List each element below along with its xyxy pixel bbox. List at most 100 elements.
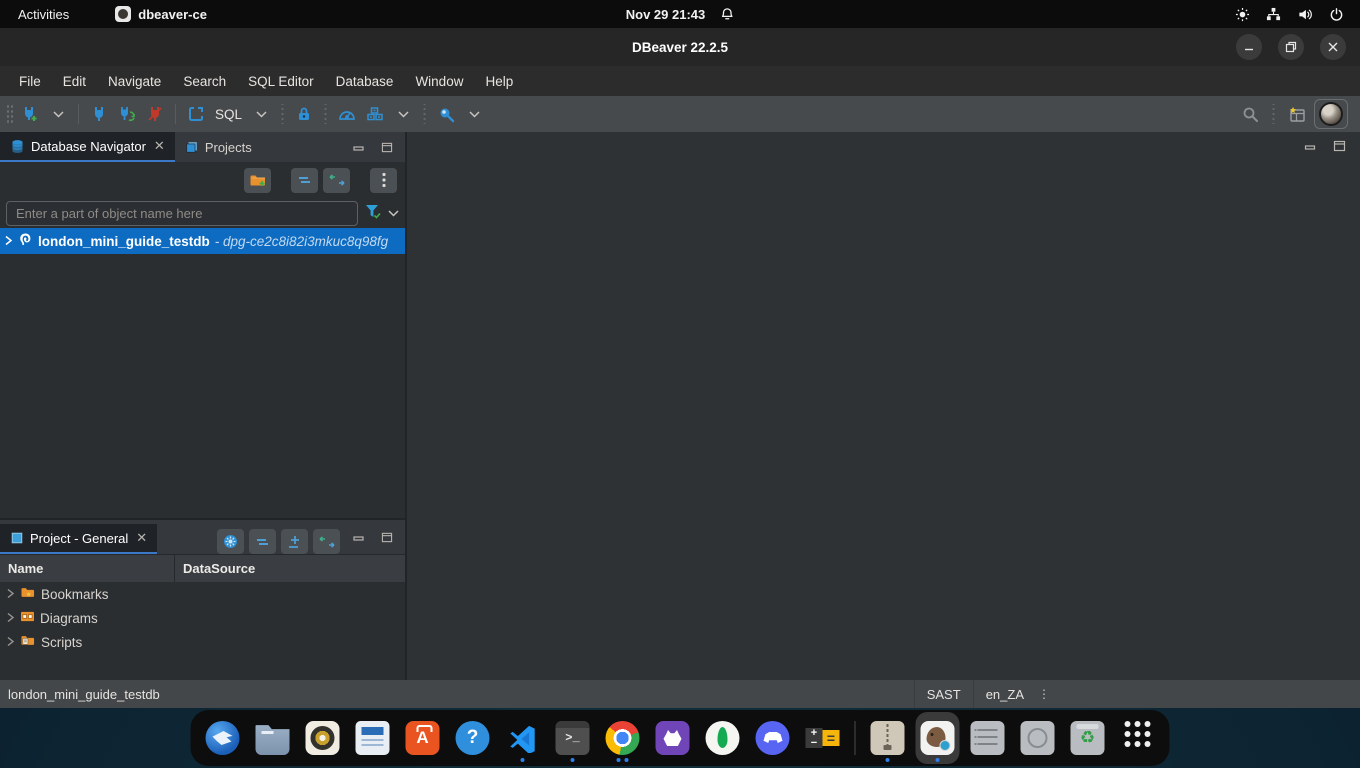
dock-ubuntu-software[interactable]: A xyxy=(401,712,445,764)
column-header-name[interactable]: Name xyxy=(0,555,175,582)
filter-funnel-icon[interactable] xyxy=(364,203,382,224)
search-dropdown[interactable] xyxy=(461,101,487,127)
new-folder-button[interactable] xyxy=(244,168,271,193)
dock-calculator[interactable]: +−= xyxy=(801,712,845,764)
sql-editor-label[interactable]: SQL xyxy=(211,107,246,122)
menu-sql-editor[interactable]: SQL Editor xyxy=(237,66,325,96)
menu-edit[interactable]: Edit xyxy=(52,66,97,96)
status-locale[interactable]: en_ZA xyxy=(973,680,1036,708)
new-connection-button[interactable] xyxy=(17,101,43,127)
object-filter-input[interactable] xyxy=(6,201,358,226)
window-titlebar[interactable]: DBeaver 22.2.5 xyxy=(0,28,1360,66)
editor-minimize-icon[interactable] xyxy=(1304,140,1317,152)
settings-gear-button[interactable] xyxy=(217,529,244,554)
link-with-editor-button[interactable] xyxy=(323,168,350,193)
chrome-icon xyxy=(606,721,640,755)
status-timezone[interactable]: SAST xyxy=(914,680,973,708)
tools-dropdown[interactable] xyxy=(390,101,416,127)
lock-icon[interactable] xyxy=(291,101,317,127)
project-row-bookmarks[interactable]: Bookmarks xyxy=(0,582,405,606)
sql-editor-dropdown[interactable] xyxy=(248,101,274,127)
database-description: - dpg-ce2c8i82i3mkuc8q98fg xyxy=(215,234,388,249)
menu-search[interactable]: Search xyxy=(172,66,237,96)
dock-dbeaver[interactable] xyxy=(916,712,960,764)
dock-rhythmbox[interactable] xyxy=(301,712,345,764)
sql-editor-icon[interactable] xyxy=(183,101,209,127)
dock-mongodb-compass[interactable] xyxy=(701,712,745,764)
menu-navigate[interactable]: Navigate xyxy=(97,66,172,96)
expander-chevron-icon[interactable] xyxy=(6,611,15,626)
mongodb-compass-icon xyxy=(706,721,740,755)
perspective-avatar-frame[interactable] xyxy=(1314,99,1348,129)
editor-area[interactable] xyxy=(407,132,1360,680)
collapse-all-button[interactable] xyxy=(249,529,276,554)
panel-maximize-icon[interactable] xyxy=(381,142,393,153)
dock-vscode[interactable] xyxy=(501,712,545,764)
navigator-tabstrip: Database Navigator ✕ Projects xyxy=(0,132,405,162)
dock-files[interactable] xyxy=(251,712,295,764)
dock-discord[interactable] xyxy=(751,712,795,764)
menu-file[interactable]: File xyxy=(8,66,52,96)
dock-disc-burner[interactable] xyxy=(1016,712,1060,764)
project-row-scripts[interactable]: Scripts xyxy=(0,630,405,654)
expander-chevron-icon[interactable] xyxy=(6,635,15,650)
menu-database[interactable]: Database xyxy=(325,66,405,96)
menu-help[interactable]: Help xyxy=(474,66,524,96)
dock-libreoffice-writer[interactable] xyxy=(351,712,395,764)
tab-close-icon[interactable]: ✕ xyxy=(154,138,165,154)
tab-label: Project - General xyxy=(30,531,128,546)
system-tray[interactable] xyxy=(1235,7,1360,22)
search-metadata-icon[interactable] xyxy=(433,101,459,127)
new-connection-dropdown[interactable] xyxy=(45,101,71,127)
expander-chevron-icon[interactable] xyxy=(4,234,13,249)
tab-project-general[interactable]: Project - General ✕ xyxy=(0,524,157,554)
minimize-button[interactable] xyxy=(1236,34,1262,60)
tab-projects[interactable]: Projects xyxy=(175,132,262,162)
bookmarks-folder-icon xyxy=(20,586,36,602)
quick-search-icon[interactable] xyxy=(1237,101,1263,127)
connect-button[interactable] xyxy=(86,101,112,127)
close-button[interactable] xyxy=(1320,34,1346,60)
dock-archive-manager[interactable] xyxy=(866,712,910,764)
dock-log-viewer[interactable] xyxy=(966,712,1010,764)
panel-minimize-icon[interactable] xyxy=(353,532,365,542)
dock-help[interactable]: ? xyxy=(451,712,495,764)
collapse-all-button[interactable] xyxy=(291,168,318,193)
disconnect-button[interactable] xyxy=(142,101,168,127)
left-panel-column: Database Navigator ✕ Projects xyxy=(0,132,407,680)
column-header-datasource[interactable]: DataSource xyxy=(175,561,255,576)
expand-all-button[interactable] xyxy=(281,529,308,554)
trash-recycle-icon: ♻ xyxy=(1071,721,1105,755)
dashboard-gauge-icon[interactable] xyxy=(334,101,360,127)
clock-menu[interactable]: Nov 29 21:43 xyxy=(626,7,735,22)
view-menu-kebab-button[interactable] xyxy=(370,168,397,193)
database-tree: london_mini_guide_testdb - dpg-ce2c8i82i… xyxy=(0,228,405,518)
dock-github-desktop[interactable] xyxy=(651,712,695,764)
dock-terminal[interactable]: >_ xyxy=(551,712,595,764)
expander-chevron-icon[interactable] xyxy=(6,587,15,602)
network-icon xyxy=(1266,7,1281,22)
open-perspective-icon[interactable] xyxy=(1284,101,1310,127)
dock-app-grid[interactable] xyxy=(1116,712,1160,764)
link-with-editor-button[interactable] xyxy=(313,529,340,554)
reconnect-button[interactable] xyxy=(114,101,140,127)
filter-dropdown-chevron[interactable] xyxy=(388,204,399,222)
status-connection-name[interactable]: london_mini_guide_testdb xyxy=(0,687,160,702)
menu-window[interactable]: Window xyxy=(404,66,474,96)
status-kebab-icon[interactable]: ⋮ xyxy=(1036,687,1050,701)
editor-maximize-icon[interactable] xyxy=(1333,140,1346,152)
panel-minimize-icon[interactable] xyxy=(353,142,365,152)
tab-database-navigator[interactable]: Database Navigator ✕ xyxy=(0,132,175,162)
panel-maximize-icon[interactable] xyxy=(381,532,393,543)
focused-app-menu[interactable]: dbeaver-ce xyxy=(115,6,207,22)
dock-chrome[interactable] xyxy=(601,712,645,764)
scripts-folder-icon xyxy=(20,634,36,650)
tab-close-icon[interactable]: ✕ xyxy=(136,530,147,546)
project-row-diagrams[interactable]: Diagrams xyxy=(0,606,405,630)
activities-button[interactable]: Activities xyxy=(0,0,87,28)
driver-manager-boxes-icon[interactable] xyxy=(362,101,388,127)
tree-row-database[interactable]: london_mini_guide_testdb - dpg-ce2c8i82i… xyxy=(0,228,405,254)
dock-trash[interactable]: ♻ xyxy=(1066,712,1110,764)
dock-thunderbird[interactable] xyxy=(201,712,245,764)
restore-button[interactable] xyxy=(1278,34,1304,60)
